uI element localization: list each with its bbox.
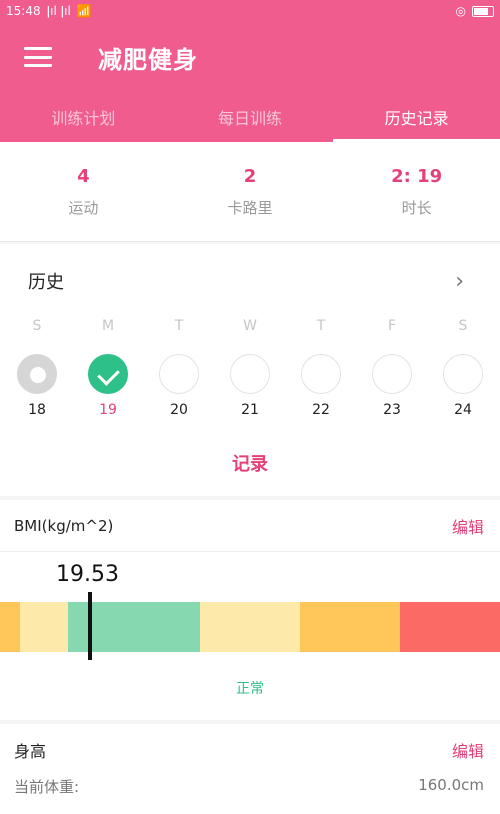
day-status-circle[interactable]: [17, 354, 57, 394]
day-23: F 23: [371, 318, 413, 418]
bmi-segment: [400, 602, 500, 652]
day-date: 22: [312, 402, 330, 418]
height-header: 身高 编辑: [0, 724, 500, 776]
week-calendar: S 18 M 19 T 20 W 21 T 22 F 23 S 24: [0, 318, 500, 418]
tab-bar: 训练计划 每日训练 历史记录: [0, 92, 500, 142]
day-22: T 22: [300, 318, 342, 418]
height-edit-button[interactable]: 编辑: [452, 738, 484, 762]
height-card: 身高 编辑 当前体重: 160.0cm: [0, 724, 500, 814]
bmi-marker: [88, 592, 92, 660]
stat-label: 运动: [68, 198, 99, 217]
battery-icon: [472, 5, 494, 17]
stat-exercise: 4 运动: [0, 142, 167, 241]
bmi-value: 19.53: [56, 562, 119, 587]
menu-icon[interactable]: [24, 47, 52, 67]
bmi-header: BMI(kg/m^2) 编辑: [0, 500, 500, 552]
wifi-icon: 📶: [76, 4, 92, 18]
day-18: S 18: [16, 318, 58, 418]
day-date: 24: [454, 402, 472, 418]
day-of-week: T: [316, 318, 326, 334]
day-of-week: W: [243, 318, 257, 334]
bmi-status: 正常: [236, 681, 264, 697]
stat-label: 卡路里: [227, 198, 273, 217]
stat-value: 4: [77, 165, 90, 187]
bmi-edit-button[interactable]: 编辑: [452, 514, 484, 538]
app-title: 减肥健身: [98, 45, 198, 74]
day-of-week: F: [387, 318, 397, 334]
height-title: 身高: [14, 742, 47, 761]
day-24: S 24: [442, 318, 484, 418]
bmi-card: BMI(kg/m^2) 编辑 19.53 正常: [0, 500, 500, 720]
day-of-week: M: [101, 318, 115, 334]
day-status-circle[interactable]: [372, 354, 412, 394]
status-time: 15:48: [6, 4, 41, 18]
day-21: W 21: [229, 318, 271, 418]
day-of-week: S: [32, 318, 42, 334]
stats-summary: 4 运动 2 卡路里 2: 19 时长: [0, 142, 500, 242]
bmi-segment: [0, 602, 20, 652]
record-button[interactable]: 记录: [0, 450, 500, 476]
weight-row: 当前体重: 160.0cm: [0, 776, 500, 797]
tab-daily-training[interactable]: 每日训练: [167, 92, 334, 142]
stat-value: 2: 19: [391, 165, 443, 187]
chevron-right-icon: ›: [455, 268, 464, 294]
app-bar: 减肥健身: [0, 22, 500, 92]
height-value: 160.0cm: [418, 776, 484, 794]
status-bar: 15:48 ǀıl ǀıl 📶 ◎: [0, 0, 500, 22]
bmi-scale-bar: [0, 602, 500, 652]
tab-training-plan[interactable]: 训练计划: [0, 92, 167, 142]
day-date: 20: [170, 402, 188, 418]
day-status-circle[interactable]: [301, 354, 341, 394]
alarm-icon: ◎: [455, 4, 466, 18]
history-card: 历史 › S 18 M 19 T 20 W 21 T 22 F 23 S 24 …: [0, 244, 500, 496]
stat-value: 2: [243, 165, 257, 187]
bmi-segment: [20, 602, 68, 652]
weight-label: 当前体重:: [14, 778, 80, 796]
history-title: 历史: [28, 272, 64, 293]
tab-history[interactable]: 历史记录: [333, 92, 500, 142]
day-date: 18: [28, 402, 46, 418]
stat-label: 时长: [401, 198, 432, 217]
day-status-circle[interactable]: [230, 354, 270, 394]
signal-icon: ǀıl ǀıl: [46, 4, 71, 18]
day-19: M 19: [87, 318, 129, 418]
stat-duration: 2: 19 时长: [333, 142, 500, 241]
bmi-segment: [200, 602, 300, 652]
history-header[interactable]: 历史 ›: [0, 244, 500, 318]
day-date: 19: [99, 402, 117, 418]
day-status-circle[interactable]: [443, 354, 483, 394]
day-of-week: S: [458, 318, 468, 334]
day-of-week: T: [174, 318, 184, 334]
bmi-title: BMI(kg/m^2): [14, 516, 114, 535]
bmi-segment: [300, 602, 400, 652]
check-icon[interactable]: [88, 354, 128, 394]
day-20: T 20: [158, 318, 200, 418]
stat-calories: 2 卡路里: [167, 142, 334, 241]
day-date: 23: [383, 402, 401, 418]
day-status-circle[interactable]: [159, 354, 199, 394]
day-date: 21: [241, 402, 259, 418]
